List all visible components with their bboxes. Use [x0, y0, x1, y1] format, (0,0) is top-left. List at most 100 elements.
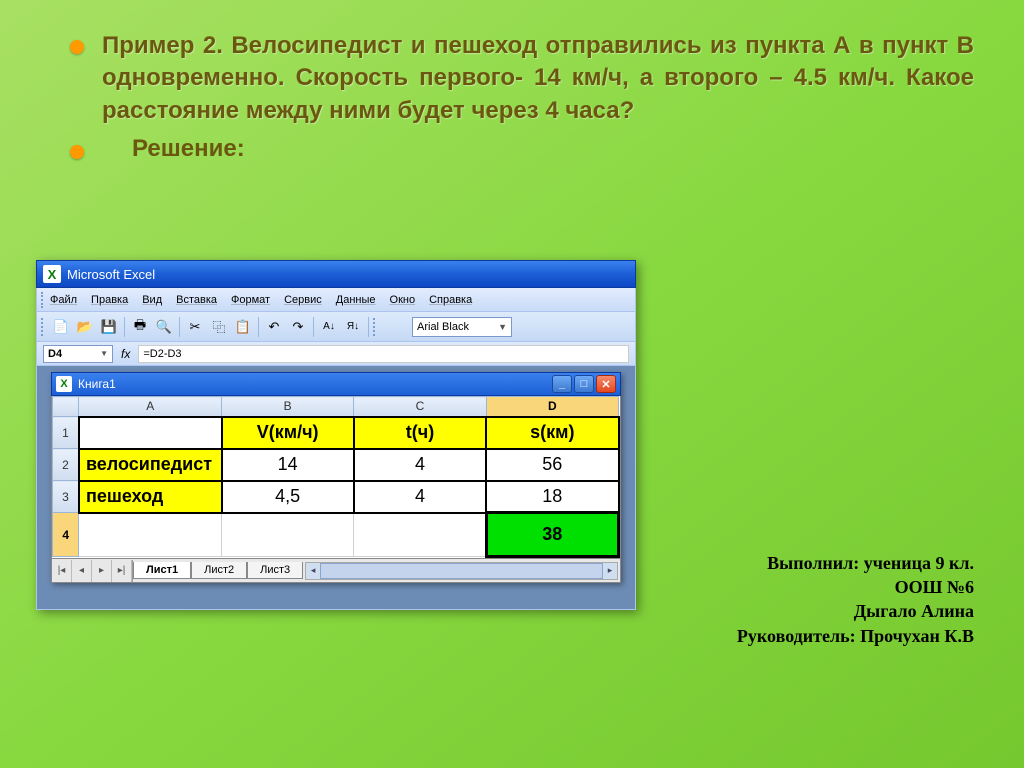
window-controls: _ □ ✕: [552, 375, 616, 393]
cell-a3[interactable]: пешеход: [79, 481, 222, 513]
last-sheet-button[interactable]: ▸|: [112, 560, 132, 582]
menu-bar: Файл Правка Вид Вставка Формат Сервис Да…: [36, 288, 636, 312]
cell-c3[interactable]: 4: [354, 481, 486, 513]
cell-a2[interactable]: велосипедист: [79, 449, 222, 481]
sort-desc-icon[interactable]: Я↓: [342, 316, 364, 338]
next-sheet-button[interactable]: ▸: [92, 560, 112, 582]
new-icon[interactable]: 📄: [50, 316, 72, 338]
cell-c4[interactable]: [354, 513, 486, 557]
name-box[interactable]: D4 ▼: [43, 345, 113, 363]
menu-file[interactable]: Файл: [50, 294, 77, 306]
cut-icon[interactable]: ✂: [184, 316, 206, 338]
formula-text: =D2-D3: [143, 348, 181, 360]
formula-bar: D4 ▼ fx =D2-D3: [36, 342, 636, 366]
minimize-button[interactable]: _: [552, 375, 572, 393]
sort-asc-icon[interactable]: A↓: [318, 316, 340, 338]
cell-d2[interactable]: 56: [486, 449, 618, 481]
cell-c1[interactable]: t(ч): [354, 417, 486, 449]
maximize-button[interactable]: □: [574, 375, 594, 393]
cell-b3[interactable]: 4,5: [222, 481, 354, 513]
cell-b4[interactable]: [222, 513, 354, 557]
cell-d4-active[interactable]: 38: [486, 513, 618, 557]
save-icon[interactable]: 💾: [98, 316, 120, 338]
solution-label: Решение:: [132, 135, 245, 163]
scroll-left-icon[interactable]: ◂: [306, 563, 320, 579]
cell-d1[interactable]: s(км): [486, 417, 618, 449]
print-icon[interactable]: 🖶: [129, 316, 151, 338]
separator: [124, 317, 125, 337]
menu-view[interactable]: Вид: [142, 294, 162, 306]
separator: [313, 317, 314, 337]
chevron-down-icon: ▼: [498, 322, 507, 332]
grip-icon[interactable]: [41, 292, 44, 308]
credit-line-4: Руководитель: Прочухан К.В: [664, 624, 974, 648]
app-titlebar[interactable]: X Microsoft Excel: [36, 260, 636, 288]
menu-window[interactable]: Окно: [390, 294, 416, 306]
scroll-right-icon[interactable]: ▸: [603, 563, 617, 579]
col-header-b[interactable]: B: [222, 397, 354, 417]
fx-icon[interactable]: fx: [121, 347, 130, 361]
credit-line-1: Выполнил: ученица 9 кл.: [664, 551, 974, 575]
credit-block: Выполнил: ученица 9 кл. ООШ №6 Дыгало Ал…: [664, 551, 974, 648]
solution-block: Решение:: [70, 135, 974, 163]
credit-line-2: ООШ №6: [664, 575, 974, 599]
sheet-tab-3[interactable]: Лист3: [247, 562, 303, 579]
cell-a4[interactable]: [79, 513, 222, 557]
credit-line-3: Дыгало Алина: [664, 599, 974, 623]
bullet-icon: [70, 40, 84, 54]
paste-icon[interactable]: 📋: [232, 316, 254, 338]
undo-icon[interactable]: ↶: [263, 316, 285, 338]
cell-d3[interactable]: 18: [486, 481, 618, 513]
menu-data[interactable]: Данные: [336, 294, 376, 306]
bullet-icon: [70, 145, 84, 159]
sheet-nav: |◂ ◂ ▸ ▸|: [52, 560, 133, 582]
col-header-d[interactable]: D: [486, 397, 618, 417]
cell-a1[interactable]: [79, 417, 222, 449]
formula-input[interactable]: =D2-D3: [138, 345, 629, 363]
menu-edit[interactable]: Правка: [91, 294, 128, 306]
col-header-a[interactable]: A: [79, 397, 222, 417]
row-header-1[interactable]: 1: [53, 417, 79, 449]
workbook-window: X Книга1 _ □ ✕ A B C D: [51, 372, 621, 583]
row-header-4[interactable]: 4: [53, 513, 79, 557]
first-sheet-button[interactable]: |◂: [52, 560, 72, 582]
col-header-c[interactable]: C: [354, 397, 486, 417]
redo-icon[interactable]: ↷: [287, 316, 309, 338]
sheet-tab-2[interactable]: Лист2: [191, 562, 247, 579]
menu-help[interactable]: Справка: [429, 294, 472, 306]
workbook-title: Книга1: [78, 377, 116, 391]
cell-c2[interactable]: 4: [354, 449, 486, 481]
slide-body: Пример 2. Велосипедист и пешеход отправи…: [0, 0, 1024, 191]
separator: [179, 317, 180, 337]
open-icon[interactable]: 📂: [74, 316, 96, 338]
font-name: Arial Black: [417, 321, 469, 333]
preview-icon[interactable]: 🔍: [153, 316, 175, 338]
cell-b1[interactable]: V(км/ч): [222, 417, 354, 449]
problem-text: Пример 2. Велосипедист и пешеход отправи…: [102, 30, 974, 127]
horizontal-scrollbar[interactable]: ◂ ▸: [305, 562, 618, 580]
menu-tools[interactable]: Сервис: [284, 294, 322, 306]
problem-block: Пример 2. Велосипедист и пешеход отправи…: [70, 30, 974, 127]
chevron-down-icon: ▼: [100, 349, 108, 358]
row-header-3[interactable]: 3: [53, 481, 79, 513]
scroll-thumb[interactable]: [320, 563, 603, 579]
menu-insert[interactable]: Вставка: [176, 294, 217, 306]
standard-toolbar: 📄 📂 💾 🖶 🔍 ✂ ⿻ 📋 ↶ ↷ A↓ Я↓ Arial Black ▼: [36, 312, 636, 342]
font-selector[interactable]: Arial Black ▼: [412, 317, 512, 337]
grip-icon[interactable]: [373, 318, 376, 336]
active-cell-ref: D4: [48, 348, 62, 360]
select-all-corner[interactable]: [53, 397, 79, 417]
copy-icon[interactable]: ⿻: [208, 316, 230, 338]
grip-icon[interactable]: [41, 318, 44, 336]
separator: [368, 317, 369, 337]
row-header-2[interactable]: 2: [53, 449, 79, 481]
cell-b2[interactable]: 14: [222, 449, 354, 481]
app-title: Microsoft Excel: [67, 267, 155, 282]
menu-format[interactable]: Формат: [231, 294, 270, 306]
separator: [258, 317, 259, 337]
sheet-tab-1[interactable]: Лист1: [133, 562, 191, 579]
spreadsheet-grid[interactable]: A B C D 1 V(км/ч) t(ч) s(км) 2 вело: [51, 396, 621, 583]
workbook-titlebar[interactable]: X Книга1 _ □ ✕: [51, 372, 621, 396]
close-button[interactable]: ✕: [596, 375, 616, 393]
prev-sheet-button[interactable]: ◂: [72, 560, 92, 582]
